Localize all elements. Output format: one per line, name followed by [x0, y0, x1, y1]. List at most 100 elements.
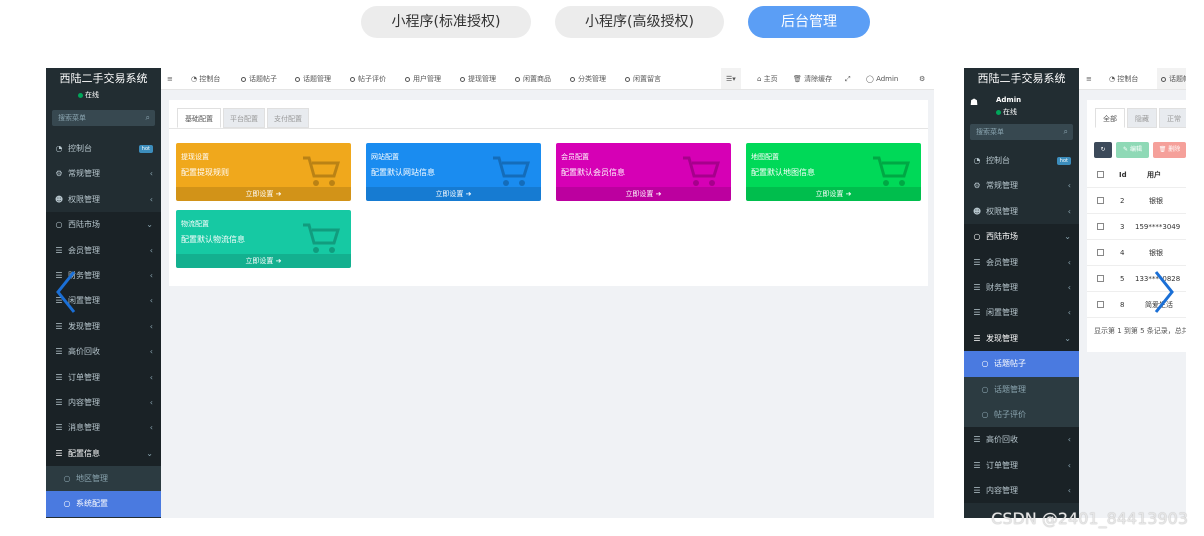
chevron-left-icon: ‹ — [1067, 181, 1071, 191]
sidebar-item-label: 高价回收 — [986, 435, 1018, 445]
row-checkbox[interactable] — [1097, 197, 1104, 204]
nav-tab-post-review[interactable]: 帖子评价 — [350, 68, 386, 89]
sidebar-item-region[interactable]: ○ 地区管理 — [46, 466, 161, 492]
tab-all[interactable]: 全部 — [1095, 108, 1125, 128]
card-map-config: 地图配置 配置默认地图信息 立即设置 ➔ — [746, 143, 921, 201]
set-now-button[interactable]: 立即设置 ➔ — [176, 187, 351, 201]
home-link[interactable]: ⌂ 主页 — [757, 68, 778, 89]
tab-backend-admin[interactable]: 后台管理 — [748, 6, 870, 38]
nav-tab-topic-posts[interactable]: 话题帖子 — [241, 68, 277, 89]
chevron-left-icon: ‹ — [149, 372, 153, 382]
menu-toggle-icon[interactable]: ≡ — [1086, 68, 1092, 89]
tab-normal[interactable]: 正常 — [1159, 108, 1186, 128]
table-row[interactable]: 2 银银 — [1087, 188, 1186, 214]
sidebar-item-general[interactable]: ⚙ 常规管理 ‹ — [46, 161, 161, 186]
sidebar-item-dashboard[interactable]: ◔ 控制台 hot — [46, 136, 161, 161]
sidebar-item-label: 话题帖子 — [994, 359, 1026, 369]
sidebar-item-general[interactable]: ⚙ 常规管理 ‹ — [964, 173, 1079, 198]
search-input[interactable]: 搜索菜单 ⌕ — [52, 110, 155, 126]
pagination-info: 显示第 1 到第 5 条记录，总共 — [1094, 327, 1186, 335]
brand-title: 西陆二手交易系统 — [46, 68, 161, 90]
settings-icon[interactable]: ⚙ — [919, 68, 925, 89]
set-now-button[interactable]: 立即设置 ➔ — [556, 187, 731, 201]
sidebar-item-finance[interactable]: ☰ 财务管理 ‹ — [964, 274, 1079, 301]
sidebar-item-members[interactable]: ☰ 会员管理 ‹ — [964, 249, 1079, 275]
sidebar-item-topic-posts[interactable]: ○ 话题帖子 — [964, 351, 1079, 377]
sidebar-item-content[interactable]: ☰ 内容管理 ‹ — [46, 389, 161, 416]
card-title: 会员配置 — [561, 153, 589, 161]
nav-tab-categories[interactable]: 分类管理 — [570, 68, 606, 89]
sidebar-item-orders[interactable]: ☰ 订单管理 ‹ — [46, 364, 161, 390]
nav-tab-idle-comments[interactable]: 闲置留言 — [625, 68, 661, 89]
nav-tab-dashboard[interactable]: ◔ 控制台 — [1109, 68, 1138, 89]
sidebar-item-label: 控制台 — [68, 144, 92, 153]
sidebar-item-messages[interactable]: ☰ 消息管理 ‹ — [46, 415, 161, 441]
sidebar-item-discover[interactable]: ☰ 发现管理 ‹ — [46, 313, 161, 340]
sidebar-item-auth[interactable]: ☻ 权限管理 ‹ — [46, 187, 161, 212]
refresh-button[interactable]: ↻ — [1094, 142, 1112, 158]
row-checkbox[interactable] — [1097, 275, 1104, 282]
sidebar-item-market[interactable]: ○ 西陆市场 ⌄ — [964, 224, 1079, 250]
row-checkbox[interactable] — [1097, 249, 1104, 256]
sidebar-item-recycle[interactable]: ☰ 高价回收 ‹ — [964, 427, 1079, 453]
sidebar-item-dashboard[interactable]: ◔ 控制台 hot — [964, 148, 1079, 173]
nav-tab-dashboard[interactable]: ◔ 控制台 — [191, 68, 220, 89]
chevron-left-icon: ‹ — [1067, 308, 1071, 318]
tab-platform-config[interactable]: 平台配置 — [223, 108, 265, 128]
table-row[interactable]: 3 159****3049 — [1087, 214, 1186, 240]
clear-cache-button[interactable]: 🗑 清除缓存 — [793, 68, 832, 89]
nav-tab-withdraw[interactable]: 提现管理 — [460, 68, 496, 89]
list-icon: ☰ — [973, 333, 981, 343]
tab-standard-license[interactable]: 小程序(标准授权) — [361, 6, 531, 38]
sidebar-item-post-review[interactable]: ○ 帖子评价 — [964, 401, 1079, 428]
menu-toggle-icon[interactable]: ≡ — [167, 68, 173, 89]
row-checkbox[interactable] — [1097, 223, 1104, 230]
admin-menu[interactable]: ◯ Admin — [866, 68, 899, 89]
circle-icon: ○ — [981, 384, 989, 394]
sidebar-item-idle[interactable]: ☰ 闲置管理 ‹ — [964, 300, 1079, 326]
carousel-next-arrow-icon[interactable] — [1152, 268, 1176, 316]
nav-tab-topic-manage[interactable]: 话题管理 — [295, 68, 331, 89]
cell-user: 159****3049 — [1135, 223, 1181, 231]
sidebar-item-members[interactable]: ☰ 会员管理 ‹ — [46, 237, 161, 263]
edit-button[interactable]: ✎ 编辑 — [1116, 142, 1149, 158]
tab-basic-config[interactable]: 基础配置 — [177, 108, 221, 128]
sidebar-item-auth[interactable]: ☻ 权限管理 ‹ — [964, 199, 1079, 224]
shopping-cart-icon — [683, 156, 721, 186]
admin-label: Admin — [876, 75, 899, 83]
sidebar-item-orders[interactable]: ☰ 订单管理 ‹ — [964, 452, 1079, 479]
sidebar-item-system-config[interactable]: ○ 系统配置 — [46, 491, 161, 517]
tab-advanced-license[interactable]: 小程序(高级授权) — [555, 6, 724, 38]
sidebar-item-recycle[interactable]: ☰ 高价回收 ‹ — [46, 339, 161, 365]
sidebar-item-content[interactable]: ☰ 内容管理 ‹ — [964, 478, 1079, 504]
nav-tab-label: 闲置商品 — [523, 75, 551, 83]
nav-tab-idle-goods[interactable]: 闲置商品 — [515, 68, 551, 89]
card-title: 地图配置 — [751, 153, 779, 161]
set-now-button[interactable]: 立即设置 ➔ — [746, 187, 921, 201]
nav-dropdown[interactable]: ☰▾ — [721, 68, 741, 89]
chevron-down-icon: ⌄ — [146, 220, 153, 230]
sidebar-item-config[interactable]: ☰ 配置信息 ⌄ — [46, 440, 161, 467]
search-input[interactable]: 搜索菜单 ⌕ — [970, 124, 1073, 140]
nav-tab-users[interactable]: 用户管理 — [405, 68, 441, 89]
user-status: 在线 — [85, 91, 99, 99]
tab-hidden[interactable]: 隐藏 — [1127, 108, 1157, 128]
sidebar-item-market[interactable]: ○ 西陆市场 ⌄ — [46, 212, 161, 238]
select-all-checkbox[interactable] — [1097, 171, 1104, 178]
sidebar-item-label: 权限管理 — [68, 194, 100, 204]
sidebar-item-discover[interactable]: ☰ 发现管理 ⌄ — [964, 325, 1079, 352]
set-now-button[interactable]: 立即设置 ➔ — [176, 254, 351, 268]
circle-icon: ○ — [63, 474, 71, 484]
set-now-button[interactable]: 立即设置 ➔ — [366, 187, 541, 201]
delete-button[interactable]: 🗑 删除 — [1153, 142, 1186, 158]
column-id: Id — [1119, 171, 1127, 179]
nav-tab-topic-posts[interactable]: 话题帖 — [1157, 68, 1186, 89]
fullscreen-icon[interactable]: ⤢ — [845, 68, 851, 89]
row-checkbox[interactable] — [1097, 301, 1104, 308]
table-row[interactable]: 4 银银 — [1087, 240, 1186, 266]
tab-payment-config[interactable]: 支付配置 — [267, 108, 309, 128]
list-icon: ☰ — [55, 423, 63, 433]
pill-tabs: 小程序(标准授权) 小程序(高级授权) 后台管理 — [0, 6, 1204, 38]
sidebar-item-topic-manage[interactable]: ○ 话题管理 — [964, 376, 1079, 402]
carousel-prev-arrow-icon[interactable] — [54, 268, 78, 316]
